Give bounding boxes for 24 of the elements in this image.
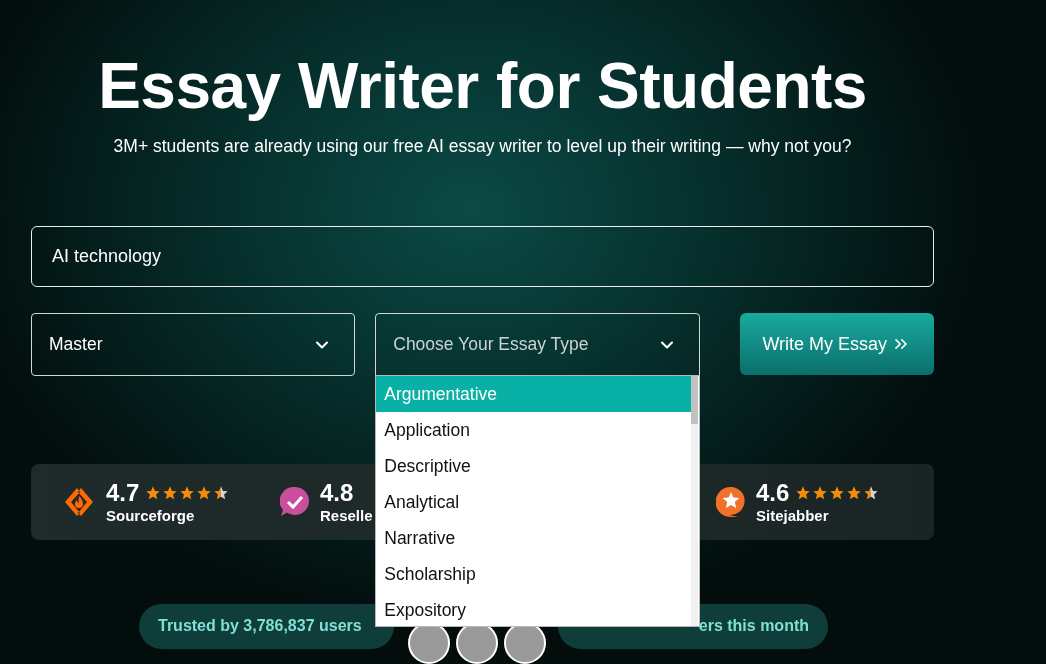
scrollbar[interactable] <box>691 376 699 626</box>
star-icon <box>863 485 880 501</box>
write-essay-button[interactable]: Write My Essay <box>739 313 934 375</box>
page-title: Essay Writer for Students <box>97 49 868 124</box>
star-icon <box>145 485 162 501</box>
level-select[interactable]: Master <box>31 313 356 376</box>
topic-field[interactable]: AI technology <box>31 226 934 287</box>
star-icon <box>829 485 846 501</box>
site-name: Sourceforge <box>106 507 196 524</box>
star-icon <box>196 485 213 501</box>
site-name: Reselle <box>320 507 373 524</box>
rating-score: 4.7 <box>106 480 140 506</box>
check-bubble-icon <box>280 486 310 518</box>
star-icon <box>795 485 812 501</box>
star-icon <box>179 485 196 501</box>
site-name: Sitejabber <box>756 507 830 524</box>
star-icon <box>162 485 179 501</box>
star-bubble-icon <box>716 486 746 518</box>
star-icon <box>812 485 829 501</box>
star-icon <box>213 485 230 501</box>
rating-score: 4.6 <box>756 480 790 506</box>
subtitle: 3M+ students are already using our free AI essay writer to level up their writing — why not you? <box>112 135 853 158</box>
rating-score: 4.8 <box>320 480 354 506</box>
star-icon <box>846 485 863 501</box>
